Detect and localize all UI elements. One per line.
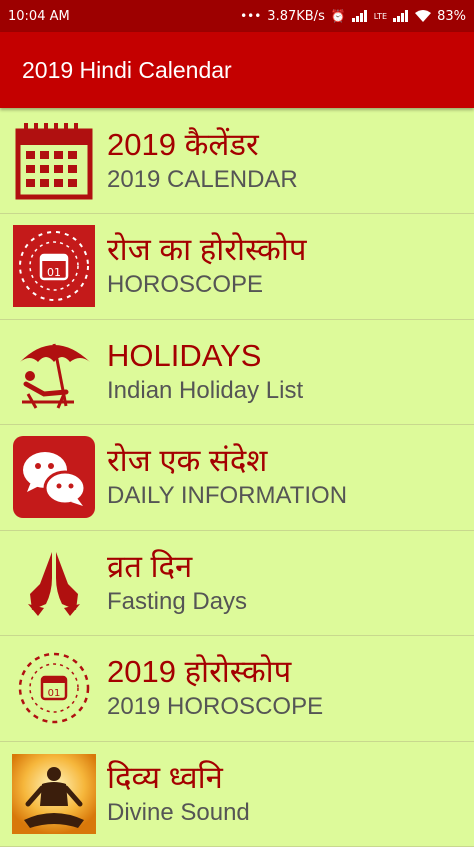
signal-icon-2 bbox=[393, 10, 409, 22]
volte-icon: LTE bbox=[374, 12, 387, 21]
praying-hands-icon bbox=[12, 541, 96, 625]
alarm-icon: ⏰ bbox=[331, 9, 346, 23]
menu-item-subtitle: DAILY INFORMATION bbox=[107, 480, 347, 512]
menu-item-title: दिव्य ध्वनि bbox=[107, 759, 250, 797]
menu-item-title: व्रत दिन bbox=[107, 548, 247, 586]
meditation-icon bbox=[12, 752, 96, 836]
menu-item-title: 2019 होरोस्कोप bbox=[107, 653, 323, 691]
calendar-icon bbox=[12, 119, 96, 203]
menu-item-subtitle: 2019 CALENDAR bbox=[107, 164, 298, 196]
menu-item-2019-horoscope[interactable]: 01 2019 होरोस्कोप 2019 HOROSCOPE bbox=[0, 636, 474, 742]
menu-item-subtitle: Fasting Days bbox=[107, 586, 247, 618]
menu-item-divine-sound[interactable]: दिव्य ध्वनि Divine Sound bbox=[0, 742, 474, 847]
battery-level: 83% bbox=[437, 9, 466, 24]
menu-item-horoscope[interactable]: 01 रोज का होरोस्कोप HOROSCOPE bbox=[0, 214, 474, 320]
network-speed: 3.87KB/s bbox=[267, 9, 325, 24]
chat-bubbles-icon bbox=[12, 435, 96, 519]
menu-item-fasting-days[interactable]: व्रत दिन Fasting Days bbox=[0, 531, 474, 637]
menu-item-title: HOLIDAYS bbox=[107, 337, 303, 375]
menu-item-texts: 2019 होरोस्कोप 2019 HOROSCOPE bbox=[107, 653, 323, 723]
more-dots-icon: ••• bbox=[240, 9, 261, 23]
menu-list: 2019 कैलेंडर 2019 CALENDAR 01 रोज का होर… bbox=[0, 108, 474, 847]
menu-item-texts: रोज का होरोस्कोप HOROSCOPE bbox=[107, 231, 306, 301]
menu-item-title: 2019 कैलेंडर bbox=[107, 126, 298, 164]
menu-item-title: रोज का होरोस्कोप bbox=[107, 231, 306, 269]
menu-item-daily-message[interactable]: रोज एक संदेश DAILY INFORMATION bbox=[0, 425, 474, 531]
status-bar: 10:04 AM ••• 3.87KB/s ⏰ LTE 83% bbox=[0, 0, 474, 32]
beach-umbrella-icon bbox=[12, 330, 96, 414]
menu-item-subtitle: 2019 HOROSCOPE bbox=[107, 691, 323, 723]
menu-item-texts: रोज एक संदेश DAILY INFORMATION bbox=[107, 442, 347, 512]
zodiac-wheel-icon: 01 bbox=[12, 646, 96, 730]
menu-item-title: रोज एक संदेश bbox=[107, 442, 347, 480]
status-icons: ••• 3.87KB/s ⏰ LTE 83% bbox=[240, 9, 466, 24]
signal-icon bbox=[352, 10, 368, 22]
status-time: 10:04 AM bbox=[8, 9, 70, 24]
app-title: 2019 Hindi Calendar bbox=[22, 57, 232, 84]
wifi-icon bbox=[415, 10, 431, 22]
menu-item-subtitle: Indian Holiday List bbox=[107, 375, 303, 407]
menu-item-subtitle: Divine Sound bbox=[107, 797, 250, 829]
menu-item-calendar[interactable]: 2019 कैलेंडर 2019 CALENDAR bbox=[0, 108, 474, 214]
menu-item-subtitle: HOROSCOPE bbox=[107, 269, 306, 301]
menu-item-texts: व्रत दिन Fasting Days bbox=[107, 548, 247, 618]
menu-item-holidays[interactable]: HOLIDAYS Indian Holiday List bbox=[0, 320, 474, 426]
app-bar: 2019 Hindi Calendar bbox=[0, 32, 474, 108]
zodiac-calendar-icon: 01 bbox=[12, 224, 96, 308]
menu-item-texts: HOLIDAYS Indian Holiday List bbox=[107, 337, 303, 407]
menu-item-texts: दिव्य ध्वनि Divine Sound bbox=[107, 759, 250, 829]
svg-text:01: 01 bbox=[47, 266, 61, 279]
menu-item-texts: 2019 कैलेंडर 2019 CALENDAR bbox=[107, 126, 298, 196]
svg-text:01: 01 bbox=[48, 688, 61, 699]
